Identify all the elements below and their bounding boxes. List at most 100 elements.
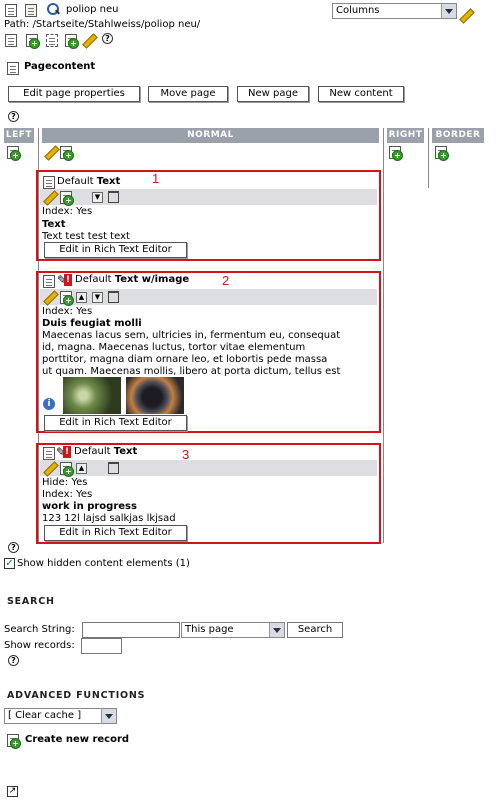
- clear-cache-select[interactable]: [ Clear cache ]: [4, 708, 117, 724]
- element-bodytext: 123 12l lajsd salkjas lkjsad: [42, 513, 176, 524]
- view-page-icon[interactable]: [5, 34, 17, 47]
- element-bodytext-line: Maecenas lacus sem, ultricies in, fermen…: [42, 330, 341, 341]
- move-down-icon[interactable]: ▼: [92, 192, 103, 203]
- search-string-label: Search String:: [4, 624, 75, 635]
- element-bodytext: Text test test text: [42, 231, 130, 242]
- help-icon[interactable]: ?: [8, 655, 19, 666]
- move-page-button[interactable]: Move page: [148, 86, 228, 102]
- edit-column-icon[interactable]: [44, 145, 58, 159]
- element-toolbar: [40, 289, 377, 305]
- column-normal-header: NORMAL: [42, 128, 379, 143]
- column-divider: [383, 128, 384, 543]
- move-up-icon[interactable]: ▲: [76, 292, 87, 303]
- page-icon[interactable]: [5, 4, 17, 17]
- create-new-record-link[interactable]: Create new record: [25, 734, 129, 745]
- search-button[interactable]: Search: [287, 622, 343, 638]
- chevron-down-icon: [269, 623, 284, 637]
- element-type-name: Text: [96, 176, 121, 187]
- help-icon[interactable]: ?: [8, 111, 19, 122]
- show-records-label: Show records:: [4, 640, 75, 651]
- edit-page-icon[interactable]: [82, 33, 96, 47]
- search-scope-value: This page: [185, 624, 234, 635]
- move-up-icon[interactable]: ▲: [76, 463, 87, 474]
- help-icon[interactable]: ?: [8, 542, 19, 553]
- page-title: poliop neu: [66, 4, 119, 15]
- element-header: Duis feugiat molli: [42, 318, 142, 329]
- chevron-down-icon: [441, 4, 456, 18]
- show-records-input[interactable]: [81, 638, 122, 654]
- edit-rte-button[interactable]: Edit in Rich Text Editor: [44, 415, 187, 431]
- info-icon[interactable]: i: [43, 398, 55, 410]
- warning-icon: ✎: [56, 445, 67, 459]
- delete-icon[interactable]: [108, 291, 119, 303]
- element-type-name: Text: [113, 446, 138, 457]
- view-select-value: Columns: [336, 5, 380, 16]
- show-hidden-label[interactable]: Show hidden content elements (1): [17, 558, 190, 569]
- new-after-icon[interactable]: [60, 291, 74, 306]
- new-page-button[interactable]: New page: [237, 86, 309, 102]
- search-section-title: SEARCH: [7, 596, 55, 607]
- element-header: work in progress: [42, 501, 137, 512]
- move-page-icon[interactable]: [46, 34, 58, 47]
- clear-cache-value: [ Clear cache ]: [8, 710, 82, 721]
- element-toolbar: [40, 189, 377, 205]
- column-divider: [428, 128, 429, 188]
- element-type-prefix: Default: [57, 176, 97, 187]
- element-toolbar: [40, 460, 377, 476]
- help-icon[interactable]: ?: [102, 33, 113, 44]
- search-icon[interactable]: [47, 3, 60, 16]
- create-record-icon[interactable]: [7, 734, 21, 749]
- element-type-label: Default Text: [57, 176, 120, 187]
- pagecontent-icon: [7, 62, 19, 75]
- element-type-label: Default Text: [74, 446, 137, 457]
- textpic-content-icon[interactable]: [43, 275, 55, 288]
- move-down-icon[interactable]: ▼: [92, 292, 103, 303]
- new-after-icon[interactable]: [60, 462, 74, 477]
- new-content-normal-icon[interactable]: [60, 146, 74, 161]
- thumbnail-image[interactable]: [126, 377, 184, 414]
- advanced-functions-title: ADVANCED FUNCTIONS: [7, 690, 146, 701]
- view-select[interactable]: Columns: [332, 3, 457, 19]
- element-bodytext-line: ut quam. Maecenas mollis, libero at port…: [42, 366, 341, 377]
- show-hidden-checkbox[interactable]: ✓: [4, 558, 15, 569]
- shortcut-icon[interactable]: ↗: [7, 786, 18, 797]
- new-page-icon[interactable]: [65, 34, 79, 49]
- chevron-down-icon: [101, 709, 116, 723]
- element-bodytext-line: porttitor, magna diam ornare leo, et lob…: [42, 354, 328, 365]
- element-number: 1: [152, 171, 160, 186]
- delete-icon[interactable]: [108, 191, 119, 203]
- new-content-border-icon[interactable]: [435, 146, 449, 161]
- search-input[interactable]: [82, 622, 180, 638]
- index-label: Index: Yes: [42, 306, 93, 317]
- edit-pencil-icon[interactable]: [459, 8, 473, 22]
- new-content-left-icon[interactable]: [7, 146, 21, 161]
- edit-rte-button[interactable]: Edit in Rich Text Editor: [44, 242, 187, 258]
- warning-icon: ✎: [57, 273, 68, 287]
- new-content-right-icon[interactable]: [389, 146, 403, 161]
- edit-rte-button[interactable]: Edit in Rich Text Editor: [44, 525, 187, 541]
- element-number: 2: [222, 273, 230, 288]
- pagecontent-title: Pagecontent: [24, 61, 96, 72]
- edit-icon[interactable]: [43, 190, 57, 204]
- element-type-name: Text w/image: [114, 274, 190, 285]
- new-content-button[interactable]: New content: [318, 86, 404, 102]
- hidden-content-icon[interactable]: [43, 447, 55, 460]
- edit-icon[interactable]: [43, 461, 57, 475]
- alert-icon: !: [63, 446, 71, 458]
- element-type-prefix: Default: [75, 274, 115, 285]
- element-bodytext-line: id, magna. Maecenas luctus, tortor vitae…: [42, 342, 306, 353]
- hide-label: Hide: Yes: [42, 477, 88, 488]
- column-right-header: RIGHT: [387, 128, 424, 143]
- search-scope-select[interactable]: This page: [181, 622, 285, 638]
- alert-icon: !: [64, 274, 72, 286]
- element-header: Text: [42, 219, 66, 230]
- new-record-icon[interactable]: [26, 34, 40, 49]
- edit-page-properties-button[interactable]: Edit page properties: [8, 86, 140, 102]
- page-properties-icon[interactable]: [25, 4, 37, 17]
- column-left-header: LEFT: [4, 128, 34, 143]
- edit-icon[interactable]: [43, 290, 57, 304]
- delete-icon[interactable]: [108, 462, 119, 474]
- text-content-icon[interactable]: [43, 176, 55, 189]
- thumbnail-image[interactable]: [63, 377, 121, 414]
- new-after-icon[interactable]: [60, 191, 74, 206]
